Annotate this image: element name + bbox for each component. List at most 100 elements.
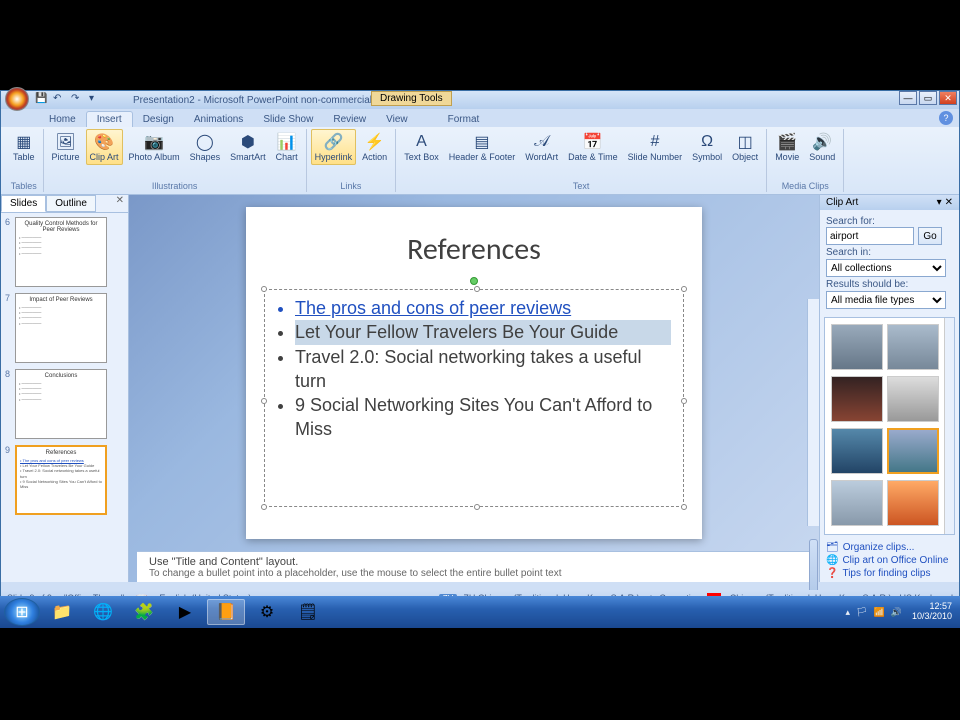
taskbar-notes[interactable]: 🗒 (289, 599, 327, 625)
taskbar-explorer[interactable]: 📁 (43, 599, 81, 625)
clipart-thumbnail[interactable] (887, 324, 939, 370)
organize-clips-link[interactable]: 🗂Organize clips... (826, 541, 953, 554)
chart-icon: 📊 (277, 132, 297, 152)
tab-slideshow[interactable]: Slide Show (253, 112, 323, 127)
pane-close-icon[interactable]: ✕ (945, 197, 953, 208)
start-button[interactable]: ⊞ (4, 598, 40, 626)
taskbar-media[interactable]: ▶ (166, 599, 204, 625)
tab-design[interactable]: Design (133, 112, 184, 127)
minimize-button[interactable]: — (899, 91, 917, 105)
header-footer-button[interactable]: ▤Header & Footer (445, 129, 520, 165)
maximize-button[interactable]: ▭ (919, 91, 937, 105)
clip-art-button[interactable]: 🎨Clip Art (86, 129, 123, 165)
bullet-list[interactable]: The pros and cons of peer reviewsLet You… (277, 296, 671, 442)
tab-review[interactable]: Review (323, 112, 376, 127)
tab-insert[interactable]: Insert (86, 111, 133, 127)
date-time-button[interactable]: 📅Date & Time (564, 129, 622, 165)
results-type-select[interactable]: All media file types (826, 291, 946, 309)
clipart-thumbnail[interactable] (887, 376, 939, 422)
clipart-thumbnail[interactable] (831, 480, 883, 526)
bullet-item[interactable]: Travel 2.0: Social networking takes a us… (295, 345, 671, 394)
office-button[interactable] (5, 87, 29, 111)
clipart-thumbnail[interactable] (831, 324, 883, 370)
tray-show-hidden-icon[interactable]: ▴ (846, 607, 851, 618)
resize-handle-icon[interactable] (474, 286, 480, 292)
tray-flag-icon[interactable]: 🏳 (856, 607, 867, 618)
panel-tab-outline[interactable]: Outline (46, 195, 96, 212)
wordart-icon: 𝒜 (532, 132, 552, 152)
help-button[interactable]: ? (939, 111, 953, 125)
slide-thumbnail[interactable]: 8Conclusions• ───────• ───────• ───────•… (5, 369, 124, 439)
tab-home[interactable]: Home (39, 112, 86, 127)
bullet-item[interactable]: Let Your Fellow Travelers Be Your Guide (295, 320, 671, 344)
resize-handle-icon[interactable] (261, 504, 267, 510)
movie-button[interactable]: 🎬Movie (771, 129, 803, 165)
table-button[interactable]: ▦Table (9, 129, 39, 165)
taskbar-powerpoint[interactable]: 📙 (207, 599, 245, 625)
photo-album-button[interactable]: 📷Photo Album (125, 129, 184, 165)
slide-thumbnail[interactable]: 6Quality Control Methods for Peer Review… (5, 217, 124, 287)
group-label: Links (311, 181, 392, 192)
pane-dropdown-icon[interactable]: ▾ (937, 197, 942, 208)
tray-volume-icon[interactable]: 🔊 (891, 607, 902, 618)
office-online-link[interactable]: 🌐Clip art on Office Online (826, 554, 953, 567)
picture-button[interactable]: 🖼Picture (48, 129, 84, 165)
slide-number-button[interactable]: #Slide Number (624, 129, 687, 165)
results-scrollbar[interactable] (944, 318, 954, 534)
window-title: Presentation2 - Microsoft PowerPoint non… (133, 95, 391, 106)
smartart-button[interactable]: ⬢SmartArt (226, 129, 270, 165)
redo-icon[interactable]: ↷ (71, 93, 85, 107)
resize-handle-icon[interactable] (681, 286, 687, 292)
search-in-select[interactable]: All collections (826, 259, 946, 277)
resize-handle-icon[interactable] (681, 398, 687, 404)
content-text-box[interactable]: The pros and cons of peer reviewsLet You… (264, 289, 684, 507)
clipart-thumbnail[interactable] (887, 428, 939, 474)
undo-icon[interactable]: ↶ (53, 93, 67, 107)
bullet-item[interactable]: The pros and cons of peer reviews (295, 296, 671, 320)
panel-tab-slides[interactable]: Slides (1, 195, 46, 212)
clipart-thumbnail[interactable] (831, 376, 883, 422)
wordart-button[interactable]: 𝒜WordArt (521, 129, 562, 165)
tab-view[interactable]: View (376, 112, 418, 127)
symbol-button[interactable]: ΩSymbol (688, 129, 726, 165)
qat-more-icon[interactable]: ▾ (89, 93, 103, 107)
resize-handle-icon[interactable] (681, 504, 687, 510)
sound-button[interactable]: 🔊Sound (805, 129, 839, 165)
slide-title[interactable]: References (276, 231, 672, 268)
bullet-item[interactable]: 9 Social Networking Sites You Can't Affo… (295, 393, 671, 442)
clipart-thumbnail[interactable] (831, 428, 883, 474)
taskbar-ie[interactable]: 🌐 (84, 599, 122, 625)
shapes-button[interactable]: ◯Shapes (186, 129, 225, 165)
tab-format[interactable]: Format (438, 112, 490, 127)
header-footer-icon: ▤ (472, 132, 492, 152)
resize-handle-icon[interactable] (261, 286, 267, 292)
contextual-tab-drawing[interactable]: Drawing Tools (371, 91, 452, 106)
tab-animations[interactable]: Animations (184, 112, 253, 127)
resize-handle-icon[interactable] (261, 398, 267, 404)
notes-pane[interactable]: Use "Title and Content" layout. To chang… (137, 551, 811, 582)
panel-close-icon[interactable]: ✕ (112, 195, 128, 212)
rotate-handle-icon[interactable] (470, 277, 478, 285)
go-button[interactable]: Go (918, 227, 942, 245)
taskbar-app2[interactable]: ⚙ (248, 599, 286, 625)
resize-handle-icon[interactable] (474, 504, 480, 510)
slide-canvas[interactable]: References The pros and cons of peer rev… (246, 207, 702, 539)
table-icon: ▦ (14, 132, 34, 152)
group-label: Illustrations (48, 181, 302, 192)
object-button[interactable]: ◫Object (728, 129, 762, 165)
close-button[interactable]: ✕ (939, 91, 957, 105)
chart-button[interactable]: 📊Chart (272, 129, 302, 165)
tray-clock[interactable]: 12:57 10/3/2010 (908, 602, 956, 622)
clipart-thumbnail[interactable] (887, 480, 939, 526)
save-icon[interactable]: 💾 (35, 93, 49, 107)
tray-network-icon[interactable]: 📶 (874, 607, 885, 618)
slide-thumbnail[interactable]: 7Impact of Peer Reviews• ───────• ──────… (5, 293, 124, 363)
taskbar-app[interactable]: 🧩 (125, 599, 163, 625)
vertical-scrollbar[interactable] (807, 299, 819, 526)
hyperlink-button[interactable]: 🔗Hyperlink (311, 129, 357, 165)
action-button[interactable]: ⚡Action (358, 129, 391, 165)
search-input[interactable] (826, 227, 914, 245)
slide-thumbnail[interactable]: 9References• The pros and cons of peer r… (5, 445, 124, 515)
tips-link[interactable]: ❓Tips for finding clips (826, 567, 953, 580)
text-box-button[interactable]: AText Box (400, 129, 443, 165)
